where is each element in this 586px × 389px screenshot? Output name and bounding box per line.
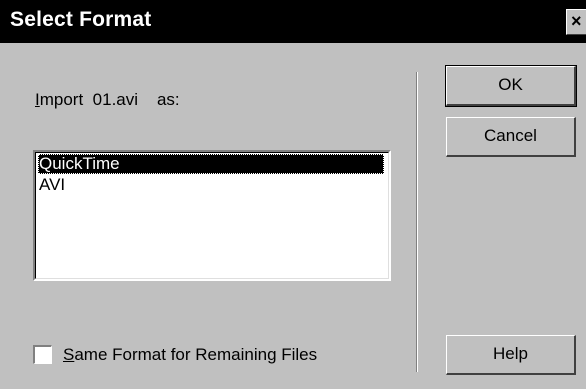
vertical-divider xyxy=(416,72,418,372)
title-bar[interactable]: Select Format × xyxy=(0,0,586,43)
cancel-button[interactable]: Cancel xyxy=(446,117,576,157)
import-word: mport xyxy=(39,90,84,109)
format-listbox[interactable]: QuickTime AVI xyxy=(33,150,391,281)
format-option-quicktime[interactable]: QuickTime xyxy=(38,154,384,174)
help-button[interactable]: Help xyxy=(446,335,576,375)
import-as: as: xyxy=(156,90,180,109)
same-format-text: ame Format for Remaining Files xyxy=(74,345,318,364)
same-format-label[interactable]: Same Format for Remaining Files xyxy=(63,343,317,367)
same-format-checkbox[interactable] xyxy=(33,345,52,364)
ok-button[interactable]: OK xyxy=(445,65,577,107)
same-format-accel: S xyxy=(63,345,75,364)
import-filename: 01.avi xyxy=(92,90,139,109)
format-listbox-frame: QuickTime AVI xyxy=(35,152,389,279)
format-option-avi[interactable]: AVI xyxy=(38,175,65,195)
dialog-title: Select Format xyxy=(10,8,152,31)
import-prompt: Import 01.avi as: xyxy=(35,90,180,110)
select-format-dialog: Select Format × Import 01.avi as: QuickT… xyxy=(0,0,586,389)
close-icon: × xyxy=(571,11,582,31)
close-button[interactable]: × xyxy=(566,9,586,35)
